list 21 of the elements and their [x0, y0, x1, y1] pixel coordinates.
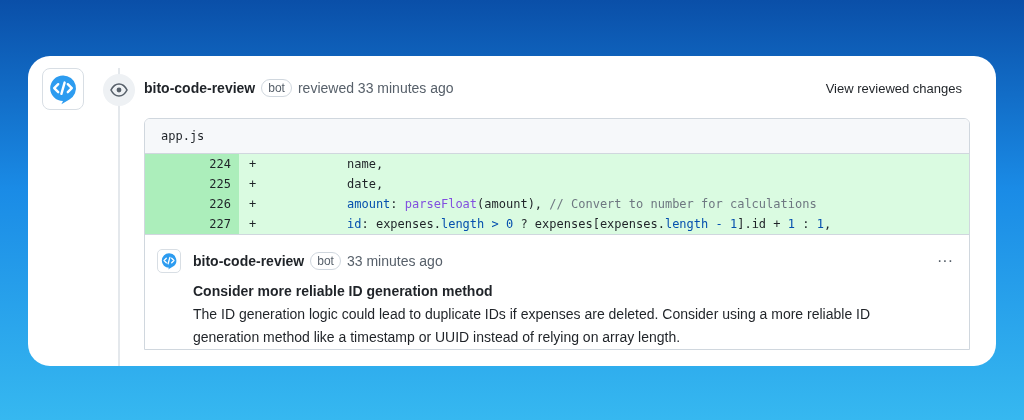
line-number: 226 — [145, 194, 239, 214]
code-line: id: expenses.length > 0 ? expenses[expenses.length - 1].id + 1 : 1, — [347, 216, 832, 233]
line-number: 224 — [145, 154, 239, 174]
diff-sign: + — [248, 176, 258, 193]
line-number: 227 — [145, 214, 239, 234]
more-button[interactable]: ··· — [937, 252, 953, 270]
diff-sign: + — [248, 156, 258, 173]
comment-body: The ID generation logic could lead to duplicate IDs if expenses are deleted. Consider using a more reliable ID generation method like a timestamp or UUID instead of relying on array length. — [193, 305, 872, 347]
line-number: 225 — [145, 174, 239, 194]
file-name: app.js — [145, 119, 969, 154]
code-line: date, — [347, 176, 384, 193]
code-line: amount: parseFloat(amount), // Convert to number for calculations — [347, 196, 817, 213]
author-name[interactable]: bito-code-review — [193, 253, 305, 269]
author-name[interactable]: bito-code-review — [144, 80, 256, 96]
code-line: name, — [347, 156, 384, 173]
review-status: reviewed 33 minutes ago — [297, 80, 454, 96]
diff-sign: + — [248, 196, 258, 213]
comment-title: Consider more reliable ID generation method — [193, 283, 494, 299]
view-changes-button[interactable]: View reviewed changes — [825, 80, 962, 96]
comment-time: 33 minutes ago — [346, 253, 443, 269]
diff-sign: + — [248, 216, 258, 233]
